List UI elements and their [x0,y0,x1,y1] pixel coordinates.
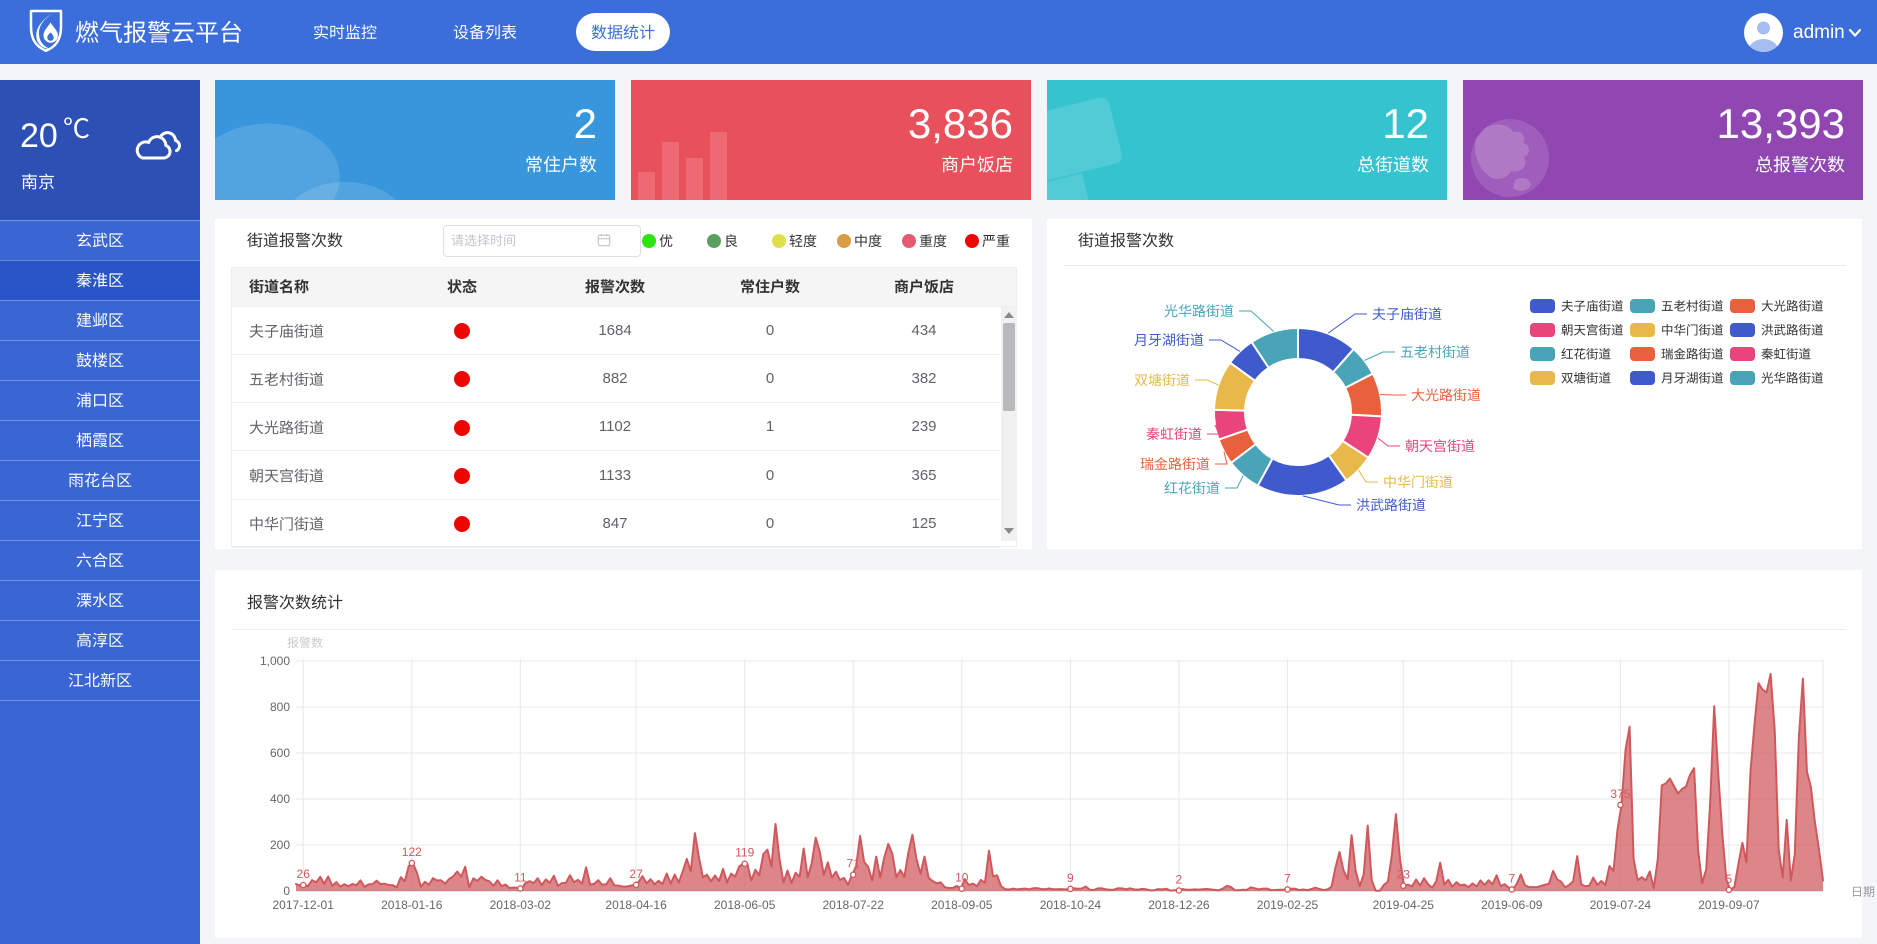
svg-text:7: 7 [1508,871,1515,885]
svg-text:1,000: 1,000 [260,654,290,668]
svg-text:2019-09-07: 2019-09-07 [1698,898,1760,912]
svg-text:2018-06-05: 2018-06-05 [714,898,776,912]
svg-text:0: 0 [283,884,290,898]
svg-text:5: 5 [1726,872,1733,886]
svg-text:71: 71 [847,857,861,871]
svg-text:2018-12-26: 2018-12-26 [1148,898,1210,912]
svg-text:2018-10-24: 2018-10-24 [1040,898,1102,912]
svg-text:26: 26 [297,867,311,881]
svg-text:800: 800 [270,700,290,714]
svg-text:2017-12-01: 2017-12-01 [273,898,335,912]
svg-text:400: 400 [270,792,290,806]
svg-text:7: 7 [1284,871,1291,885]
svg-text:2018-09-05: 2018-09-05 [931,898,993,912]
svg-text:23: 23 [1397,868,1411,882]
svg-text:10: 10 [955,871,969,885]
svg-text:2019-04-25: 2019-04-25 [1373,898,1435,912]
svg-text:2019-07-24: 2019-07-24 [1590,898,1652,912]
svg-text:2018-07-22: 2018-07-22 [823,898,885,912]
svg-text:2018-04-16: 2018-04-16 [605,898,667,912]
svg-text:122: 122 [402,845,422,859]
svg-text:200: 200 [270,838,290,852]
svg-text:375: 375 [1610,787,1630,801]
svg-text:2018-01-16: 2018-01-16 [381,898,443,912]
svg-text:119: 119 [735,846,754,860]
svg-text:2019-02-25: 2019-02-25 [1257,898,1319,912]
svg-text:2: 2 [1176,873,1183,887]
svg-text:2018-03-02: 2018-03-02 [490,898,552,912]
svg-text:2019-06-09: 2019-06-09 [1481,898,1543,912]
svg-text:27: 27 [629,867,643,881]
svg-text:9: 9 [1067,871,1074,885]
svg-text:11: 11 [514,871,527,885]
svg-text:600: 600 [270,746,290,760]
